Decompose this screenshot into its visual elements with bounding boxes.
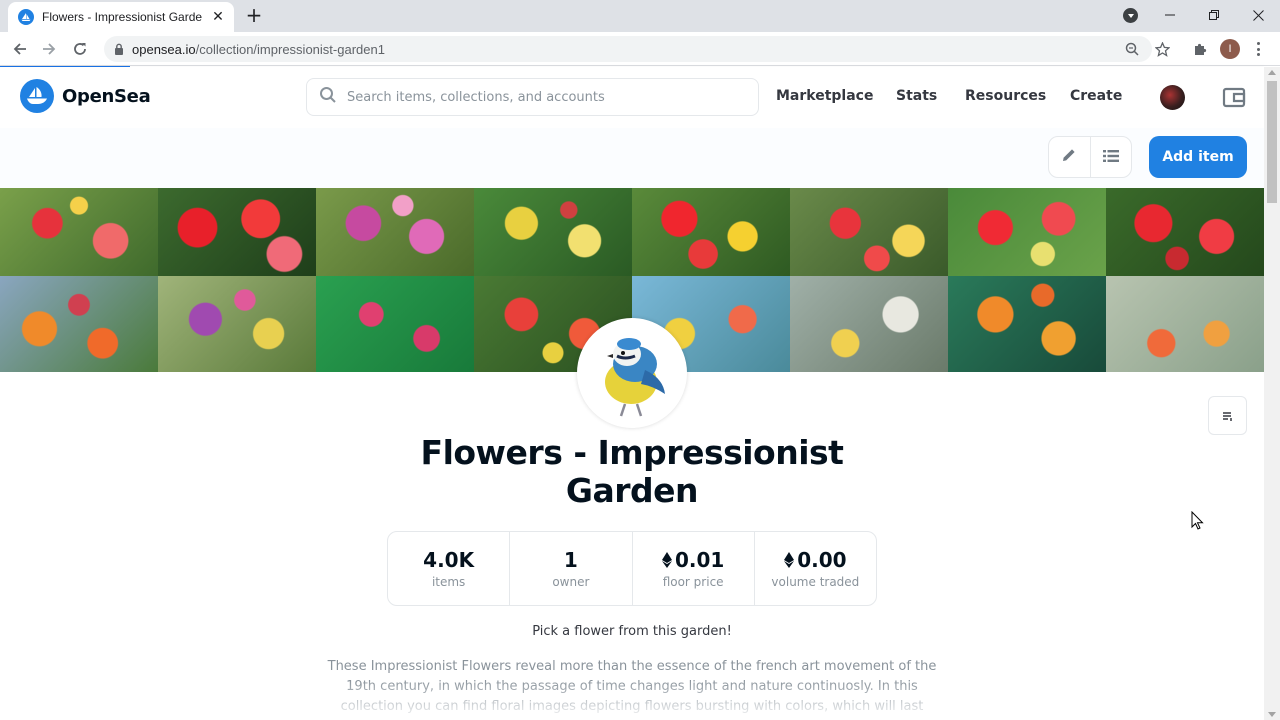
- mouse-cursor-icon: [1191, 511, 1204, 530]
- sort-button[interactable]: [1208, 396, 1247, 435]
- opensea-favicon-icon: [18, 9, 34, 25]
- stat-value-row: 0.01: [661, 548, 725, 572]
- opensea-logo[interactable]: OpenSea: [20, 79, 151, 113]
- edit-button[interactable]: [1049, 137, 1090, 177]
- banner-tile: [158, 276, 316, 372]
- banner-tile: [948, 276, 1106, 372]
- stat-owners[interactable]: 1 owner: [509, 532, 631, 605]
- bookmark-star-icon[interactable]: [1151, 38, 1173, 60]
- tab-close-icon[interactable]: ✕: [210, 9, 226, 25]
- stat-label: floor price: [662, 575, 724, 589]
- zoom-icon[interactable]: [1121, 38, 1143, 60]
- banner-tile: [474, 188, 632, 276]
- stat-floor-price[interactable]: 0.01 floor price: [631, 532, 754, 605]
- url-text: opensea.io/collection/impressionist-gard…: [132, 41, 385, 57]
- restore-icon[interactable]: [1192, 0, 1236, 30]
- banner-tile: [1106, 276, 1264, 372]
- stat-volume-traded[interactable]: 0.00 volume traded: [753, 532, 876, 605]
- user-avatar[interactable]: [1160, 85, 1185, 110]
- sort-icon: [1222, 406, 1234, 425]
- search-input[interactable]: [347, 89, 727, 105]
- stat-value: 0.01: [674, 548, 725, 572]
- reload-icon[interactable]: [69, 38, 91, 60]
- collection-stats: 4.0K items 1 owner 0.01 floor price 0.00…: [387, 531, 877, 606]
- collection-action-bar: Add item: [0, 128, 1264, 188]
- collection-title: Flowers - Impressionist Garden: [420, 433, 844, 510]
- banner-tile: [948, 188, 1106, 276]
- banner-tile: [790, 276, 948, 372]
- nav-stats[interactable]: Stats: [896, 88, 937, 104]
- collection-tagline: Pick a flower from this garden!: [532, 624, 732, 639]
- banner-tile: [316, 188, 474, 276]
- scrollbar-thumb[interactable]: [1267, 81, 1277, 203]
- add-item-button[interactable]: Add item: [1149, 136, 1247, 178]
- stat-label: items: [431, 575, 466, 589]
- back-arrow-icon[interactable]: [9, 38, 31, 60]
- stat-value: 0.00: [797, 548, 847, 572]
- collection-avatar: [577, 318, 687, 428]
- banner-tile: [632, 188, 790, 276]
- banner-tile: [0, 276, 158, 372]
- search-bar[interactable]: [306, 78, 759, 116]
- browser-profile-avatar[interactable]: I: [1220, 39, 1240, 59]
- opensea-logo-icon: [20, 79, 54, 113]
- banner-tile: [0, 188, 158, 276]
- stat-items[interactable]: 4.0K items: [388, 532, 509, 605]
- banner-tile: [316, 276, 474, 372]
- wallet-icon[interactable]: [1222, 85, 1246, 109]
- stat-label: volume traded: [771, 575, 860, 589]
- list-icon: [1102, 148, 1119, 167]
- nav-marketplace[interactable]: Marketplace: [776, 88, 873, 104]
- close-window-icon[interactable]: [1236, 0, 1280, 30]
- brand-name: OpenSea: [62, 85, 151, 107]
- browser-toolbar: opensea.io/collection/impressionist-gard…: [0, 32, 1280, 66]
- nav-resources[interactable]: Resources: [965, 88, 1046, 104]
- ethereum-icon: [784, 552, 795, 568]
- page-scrollbar[interactable]: [1264, 67, 1280, 720]
- edit-actions-group: [1048, 136, 1132, 178]
- ethereum-icon: [661, 552, 672, 568]
- nav-create[interactable]: Create: [1070, 88, 1122, 104]
- address-bar[interactable]: opensea.io/collection/impressionist-gard…: [104, 36, 1152, 62]
- list-view-button[interactable]: [1089, 137, 1131, 177]
- new-tab-icon[interactable]: +: [244, 5, 264, 26]
- browser-tab[interactable]: Flowers - Impressionist Garden - ✕: [8, 2, 234, 32]
- browser-tabbar: Flowers - Impressionist Garden - ✕ +: [0, 0, 1280, 32]
- banner-tile: [1106, 188, 1264, 276]
- stat-value-row: 0.00: [784, 548, 847, 572]
- stat-label: owner: [552, 575, 590, 589]
- scroll-down-icon[interactable]: [1268, 712, 1276, 717]
- stat-value: 1: [563, 548, 578, 572]
- banner-tile: [158, 188, 316, 276]
- site-header: OpenSea Marketplace Stats Resources Crea…: [0, 67, 1264, 128]
- minimize-icon[interactable]: [1148, 0, 1192, 30]
- stat-value: 4.0K: [423, 548, 475, 572]
- tab-search-icon[interactable]: [1123, 8, 1138, 23]
- scroll-up-icon[interactable]: [1268, 70, 1276, 75]
- browser-menu-icon[interactable]: [1252, 40, 1264, 58]
- forward-arrow-icon[interactable]: [38, 38, 60, 60]
- search-icon: [319, 86, 337, 108]
- extensions-puzzle-icon[interactable]: [1189, 38, 1211, 60]
- description-fade: [300, 680, 960, 720]
- banner-tile: [790, 188, 948, 276]
- pencil-icon: [1061, 147, 1077, 167]
- tab-title: Flowers - Impressionist Garden -: [42, 10, 202, 24]
- lock-icon: [114, 40, 124, 59]
